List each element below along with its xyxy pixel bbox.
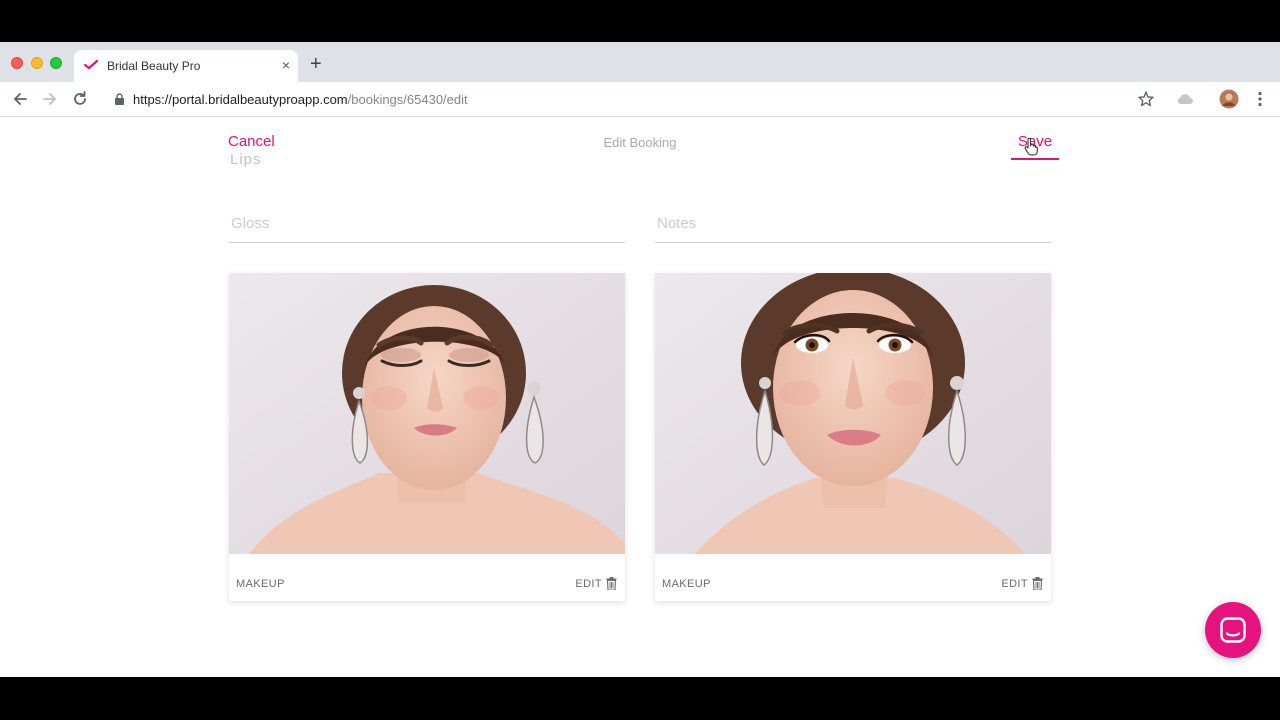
url-text: https://portal.bridalbeautyproapp.com/bo… xyxy=(133,92,468,107)
tab-close-icon[interactable]: × xyxy=(282,56,290,74)
photo-card: MAKEUP EDIT xyxy=(229,273,625,601)
photo-caption: MAKEUP xyxy=(236,578,285,590)
save-underline xyxy=(1011,158,1059,160)
edit-label: EDIT xyxy=(1001,577,1028,590)
edit-label: EDIT xyxy=(575,577,602,590)
makeup-photo[interactable] xyxy=(229,273,625,554)
gloss-placeholder: Gloss xyxy=(231,215,270,232)
notes-field[interactable]: Notes xyxy=(655,207,1051,243)
hand-cursor-icon xyxy=(1024,138,1038,156)
more-menu-icon[interactable] xyxy=(1250,89,1270,109)
new-tab-button[interactable]: + xyxy=(310,54,322,74)
bride-eyes-open-image xyxy=(655,273,1051,554)
back-arrow-icon[interactable] xyxy=(10,89,30,109)
address-bar[interactable]: https://portal.bridalbeautyproapp.com/bo… xyxy=(104,85,1168,114)
letterbox-top xyxy=(0,0,1280,42)
makeup-photo[interactable] xyxy=(655,273,1051,554)
checkmark-favicon-icon xyxy=(84,59,98,70)
star-icon[interactable] xyxy=(1136,89,1156,109)
url-path: /bookings/65430/edit xyxy=(347,92,468,107)
cloud-icon[interactable] xyxy=(1175,89,1195,109)
gloss-field[interactable]: Gloss xyxy=(229,207,625,243)
letterbox-bottom xyxy=(0,677,1280,720)
reload-icon[interactable] xyxy=(70,89,90,109)
notes-placeholder: Notes xyxy=(657,215,697,232)
browser-chrome: Bridal Beauty Pro × + https://portal.bri… xyxy=(0,42,1280,117)
avatar[interactable] xyxy=(1219,89,1239,109)
tab-title: Bridal Beauty Pro xyxy=(107,59,201,73)
forward-arrow-icon[interactable] xyxy=(40,89,60,109)
window-maximize-button[interactable] xyxy=(50,57,62,69)
lock-icon xyxy=(115,93,124,105)
browser-toolbar: https://portal.bridalbeautyproapp.com/bo… xyxy=(0,82,1280,117)
photo-card: MAKEUP EDIT xyxy=(655,273,1051,601)
photo-caption: MAKEUP xyxy=(662,578,711,590)
tab-strip: Bridal Beauty Pro × + xyxy=(0,42,1280,82)
page-title: Edit Booking xyxy=(603,135,677,150)
edit-photo-button[interactable]: EDIT xyxy=(1001,577,1043,590)
page-header: Cancel Edit Booking Save xyxy=(0,117,1280,167)
window-minimize-button[interactable] xyxy=(31,57,43,69)
trash-icon[interactable] xyxy=(606,577,617,590)
chat-launcher-button[interactable] xyxy=(1205,602,1261,658)
chat-icon xyxy=(1220,617,1246,643)
trash-icon[interactable] xyxy=(1032,577,1043,590)
edit-photo-button[interactable]: EDIT xyxy=(575,577,617,590)
url-host: https://portal.bridalbeautyproapp.com xyxy=(133,92,348,107)
window-close-button[interactable] xyxy=(11,57,23,69)
browser-tab[interactable]: Bridal Beauty Pro × xyxy=(74,50,298,82)
bride-eyes-closed-image xyxy=(229,273,625,554)
booking-edit-page: Lips Cancel Edit Booking Save Gloss Note… xyxy=(0,117,1280,677)
